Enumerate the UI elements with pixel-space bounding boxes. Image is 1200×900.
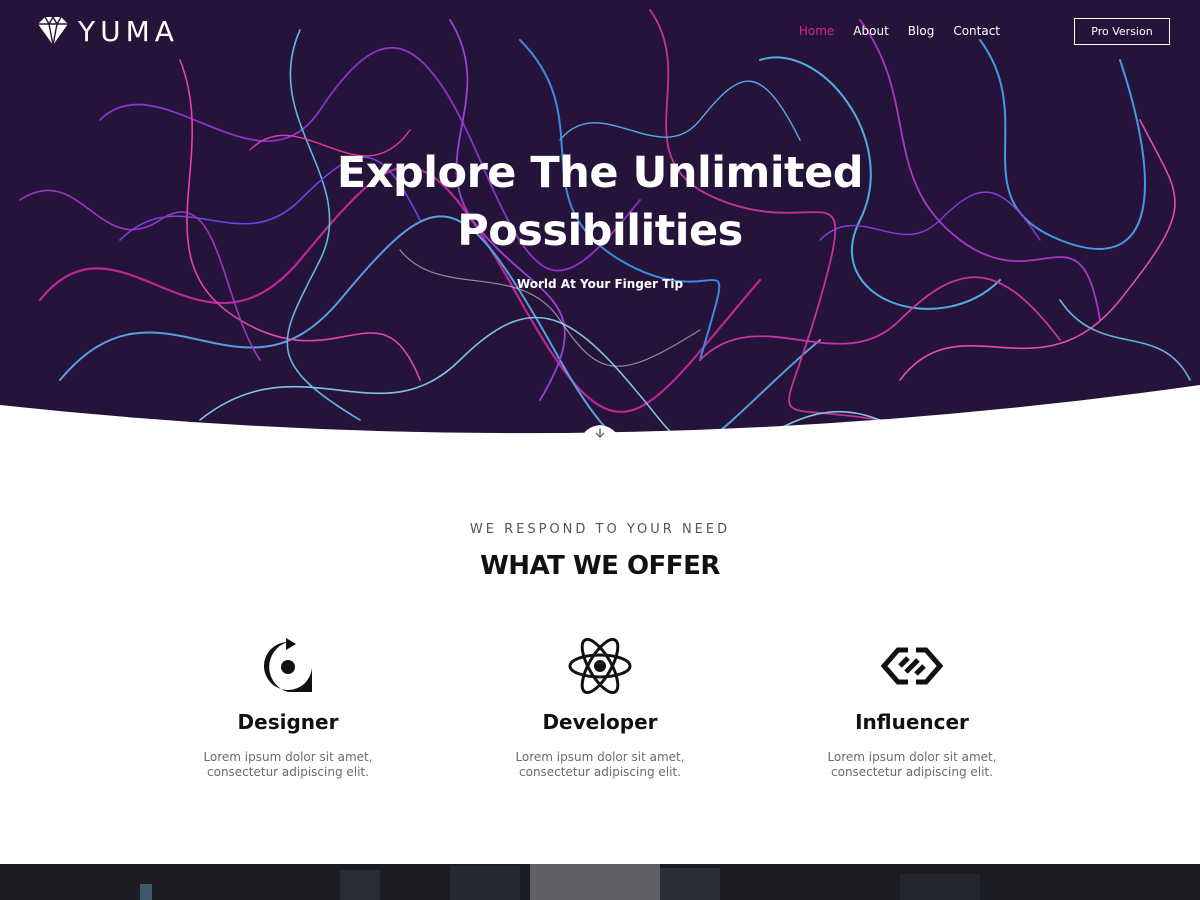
offer-card-influencer: Influencer Lorem ipsum dolor sit amet, c… (792, 634, 1032, 780)
card-title: Developer (542, 710, 658, 734)
section-title: WHAT WE OFFER (480, 551, 720, 581)
hero-subtitle: World At Your Finger Tip (516, 277, 684, 291)
atom-icon (568, 637, 632, 695)
card-title: Designer (237, 710, 339, 734)
top-navigation: YUMA Home About Blog Contact Pro Version (0, 0, 1200, 64)
diamond-logo-icon (38, 16, 68, 46)
next-section-image-strip (0, 864, 1200, 900)
card-text: Lorem ipsum dolor sit amet, consectetur … (203, 750, 373, 779)
nav-link-home[interactable]: Home (799, 24, 834, 38)
card-title: Influencer (855, 710, 969, 734)
nav-link-blog[interactable]: Blog (908, 24, 935, 38)
hero-title: Explore The Unlimited Possibilities (336, 148, 864, 256)
hero-section: YUMA Home About Blog Contact Pro Version… (0, 0, 1200, 445)
offer-card-developer: Developer Lorem ipsum dolor sit amet, co… (480, 634, 720, 780)
main-menu: Home About Blog Contact (780, 24, 1000, 38)
brand-name: YUMA (78, 14, 179, 48)
nav-link-about[interactable]: About (853, 24, 888, 38)
link-icon (880, 647, 944, 685)
card-text: Lorem ipsum dolor sit amet, consectetur … (827, 750, 997, 779)
nav-link-contact[interactable]: Contact (953, 24, 1000, 38)
offer-card-designer: Designer Lorem ipsum dolor sit amet, con… (168, 634, 408, 780)
card-text: Lorem ipsum dolor sit amet, consectetur … (515, 750, 685, 779)
refresh-pin-icon (264, 638, 312, 692)
city-photo-placeholder (0, 864, 1200, 900)
scroll-down-button[interactable] (576, 421, 624, 445)
pro-version-button[interactable]: Pro Version (1074, 18, 1170, 45)
section-eyebrow: WE RESPOND TO YOUR NEED (469, 522, 731, 537)
brand-logo[interactable]: YUMA (36, 14, 179, 48)
